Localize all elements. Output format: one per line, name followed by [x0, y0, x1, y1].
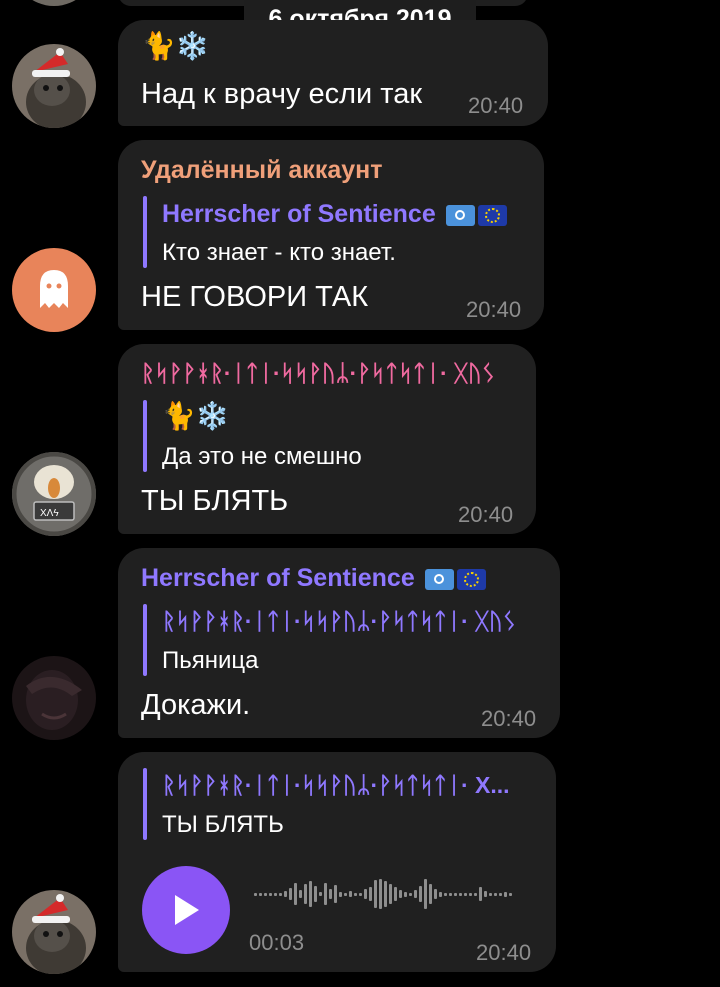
waveform-bar [479, 887, 482, 901]
waveform-bar [424, 879, 427, 909]
waveform-bar [394, 887, 397, 901]
waveform-bar [299, 890, 302, 898]
waveform-bar [254, 892, 257, 896]
waveform-bar [459, 892, 462, 896]
reply-sender-label: Herrscher of Sentience [162, 200, 436, 228]
waveform-bar [389, 884, 392, 904]
waveform-bar [434, 889, 437, 899]
waveform-bar [279, 892, 282, 896]
waveform-bar [469, 892, 472, 896]
waveform-bar [499, 892, 502, 896]
waveform-bar [439, 891, 442, 897]
waveform-bar [264, 892, 267, 896]
waveform-bar [274, 892, 277, 896]
waveform-bar [289, 888, 292, 900]
waveform-bar [374, 880, 377, 908]
reply-sender: ᚱᛋᚹᚹᚼᚱ·ᛁᛏᛁ·ᛋᛋᚹᚢᛦ·ᚹᛋᛏᛋᛏᛁ· Х... [162, 772, 510, 798]
reply-sender: ᚱᛋᚹᚹᚼᚱ·ᛁᛏᛁ·ᛋᛋᚹᚢᛦ·ᚹᛋᛏᛋᛏᛁ· ᚷᚢᛊ [162, 608, 517, 634]
waveform-bar [444, 892, 447, 896]
waveform-bar [369, 887, 372, 901]
message-time: 20:40 [458, 502, 514, 527]
un-flag-icon [445, 204, 475, 226]
waveform-bar [349, 891, 352, 897]
play-button[interactable] [142, 866, 230, 954]
waveform-bar [304, 884, 307, 904]
waveform-bar [449, 892, 452, 896]
waveform-bar [314, 886, 317, 902]
waveform-bar [509, 892, 512, 896]
sender-name[interactable]: Удалённый аккаунт [141, 156, 382, 185]
waveform-bar [379, 879, 382, 909]
reply-text: ТЫ БЛЯТЬ [162, 811, 284, 838]
message-time: 20:40 [468, 93, 524, 118]
waveform-bar [329, 889, 332, 899]
waveform-bar [489, 892, 492, 896]
waveform-bar [399, 890, 402, 898]
waveform-bar [354, 892, 357, 896]
waveform-bar [284, 891, 287, 897]
waveform-bar [309, 881, 312, 907]
waveform-bar [474, 892, 477, 896]
waveform-bar [419, 886, 422, 902]
avatar-badge-text: ХΛϟ [40, 508, 59, 519]
sender-name[interactable]: ᚱᛋᚹᚹᚼᚱ·ᛁᛏᛁ·ᛋᛋᚹᚢᛦ·ᚹᛋᛏᛋᛏᛁ· ᚷᚢᛊ [141, 360, 495, 387]
avatar-dark-portrait[interactable] [12, 656, 96, 740]
message-time: 20:40 [481, 706, 537, 731]
waveform-bar [319, 892, 322, 896]
message-time: 20:40 [466, 297, 522, 322]
voice-duration: 00:03 [249, 930, 305, 955]
waveform-bar [269, 892, 272, 896]
eu-flag-icon [456, 568, 486, 590]
waveform-bar [339, 891, 342, 897]
avatar-goose-badge[interactable]: ХΛϟ [12, 452, 96, 536]
sender-name-label: Herrscher of Sentience [141, 564, 415, 592]
waveform-bar [504, 891, 507, 897]
waveform-bar [484, 891, 487, 897]
play-icon [175, 895, 199, 925]
waveform-bar [324, 883, 327, 905]
reply-sender: 🐈❄️ [162, 401, 230, 431]
avatar-deleted-account[interactable] [12, 248, 96, 332]
reply-text: Да это не смешно [162, 443, 362, 470]
reply-sender: Herrscher of Sentience [162, 200, 507, 229]
reply-bar [143, 196, 147, 268]
sender-name[interactable]: Herrscher of Sentience [141, 564, 486, 593]
waveform-bar [429, 884, 432, 904]
reply-text: Пьяница [162, 647, 259, 674]
waveform-bar [344, 892, 347, 896]
waveform-bar [494, 892, 497, 896]
reply-bar [143, 768, 147, 840]
waveform-bar [334, 885, 337, 903]
message-time: 20:40 [476, 940, 532, 965]
waveform-bar [464, 892, 467, 896]
waveform-bar [409, 892, 412, 896]
voice-waveform[interactable] [254, 874, 534, 914]
waveform-bar [454, 892, 457, 896]
message-text: Над к врачу если так [141, 78, 423, 110]
waveform-bar [294, 883, 297, 905]
waveform-bar [259, 892, 262, 896]
eu-flag-icon [477, 204, 507, 226]
reply-bar [143, 400, 147, 472]
sender-emoji-label: 🐈❄️ [142, 31, 210, 61]
avatar-cat-santa[interactable] [12, 890, 96, 974]
avatar-cat-santa[interactable] [12, 44, 96, 128]
waveform-bar [364, 889, 367, 899]
un-flag-icon [424, 568, 454, 590]
waveform-bar [404, 891, 407, 897]
message-text: Докажи. [141, 689, 251, 721]
reply-bar [143, 604, 147, 676]
avatar-previous[interactable] [12, 0, 96, 6]
waveform-bar [384, 881, 387, 907]
ghost-icon [40, 270, 68, 308]
message-text: ТЫ БЛЯТЬ [141, 485, 289, 517]
waveform-bar [414, 890, 417, 898]
reply-text: Кто знает - кто знает. [162, 239, 396, 266]
message-text: НЕ ГОВОРИ ТАК [141, 281, 369, 313]
waveform-bar [359, 892, 362, 896]
